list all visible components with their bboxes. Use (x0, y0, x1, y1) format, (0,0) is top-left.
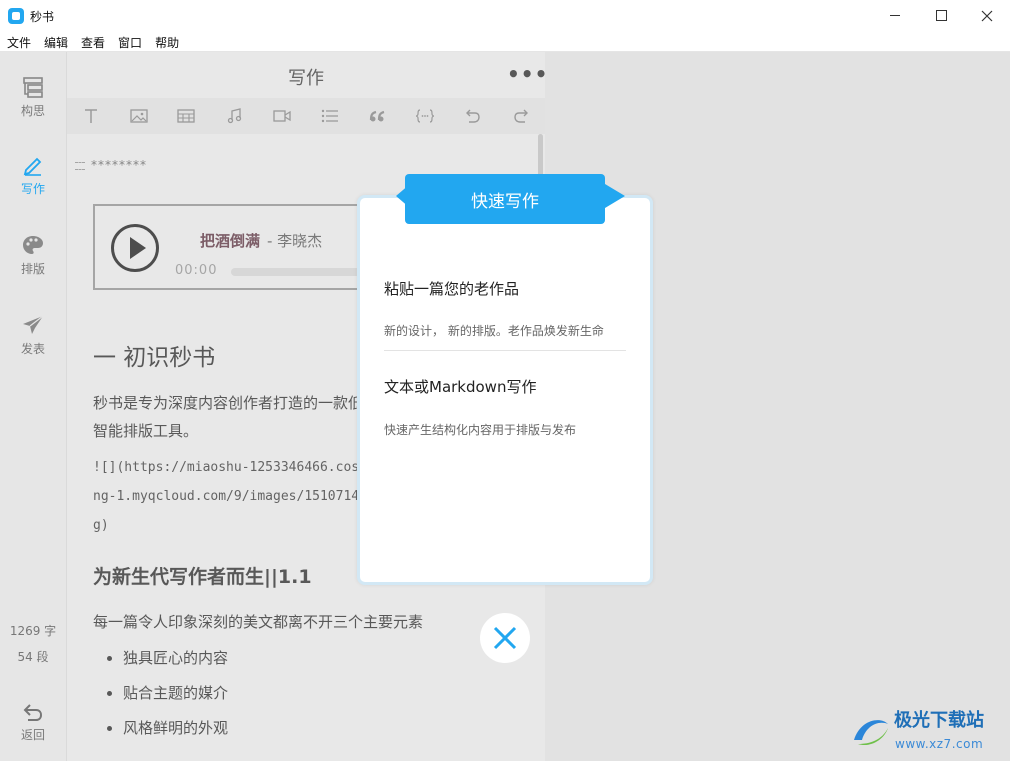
back-arrow-icon (23, 704, 43, 721)
title-bar: 秒书 (0, 0, 1010, 31)
ribbon-tail-right (605, 184, 625, 208)
close-window-button[interactable] (964, 0, 1010, 31)
paper-plane-icon (23, 315, 44, 334)
app-logo-icon (8, 8, 24, 24)
option-markdown-write[interactable]: 文本或Markdown写作 (384, 376, 536, 397)
window-title: 秒书 (30, 10, 55, 24)
outline-icon (23, 77, 43, 98)
back-button[interactable]: 返回 (0, 702, 66, 743)
close-icon (981, 10, 993, 21)
nav-label-layout: 排版 (20, 262, 45, 276)
palette-icon (23, 236, 43, 254)
nav-item-write[interactable]: 写作 (0, 154, 66, 197)
back-label: 返回 (20, 728, 45, 742)
watermark-logo-icon (854, 720, 888, 746)
minimize-button[interactable] (872, 0, 918, 31)
menu-edit[interactable]: 编辑 (37, 31, 74, 51)
option-markdown-write-desc: 快速产生结构化内容用于排版与发布 (384, 423, 577, 437)
nav-label-publish: 发表 (20, 342, 45, 356)
menu-help[interactable]: 帮助 (148, 31, 185, 51)
menu-view[interactable]: 查看 (74, 31, 111, 51)
left-nav: 构思 写作 排版 发表 1269 字 54 段 返回 (0, 52, 67, 761)
maximize-button[interactable] (918, 0, 964, 31)
watermark-text: 极光下载站 (894, 710, 984, 731)
minimize-icon (890, 15, 900, 16)
nav-item-outline[interactable]: 构思 (0, 76, 66, 119)
close-icon (493, 626, 517, 650)
option-paste-old-work-desc: 新的设计， 新的排版。老作品焕发新生命 (384, 324, 604, 338)
maximize-icon (935, 10, 947, 21)
option-divider (384, 350, 626, 351)
watermark-url: www.xz7.com (895, 737, 984, 751)
pencil-icon (23, 157, 42, 176)
nav-label-write: 写作 (20, 182, 45, 196)
menu-file[interactable]: 文件 (0, 31, 37, 51)
paragraph-count: 54 段 (17, 650, 49, 664)
nav-label-outline: 构思 (20, 104, 45, 118)
nav-item-layout[interactable]: 排版 (0, 234, 66, 277)
nav-item-publish[interactable]: 发表 (0, 314, 66, 357)
menu-window[interactable]: 窗口 (111, 31, 148, 51)
dialog-title: 快速写作 (405, 174, 605, 224)
close-dialog-button[interactable] (480, 613, 530, 663)
word-count: 1269 字 (9, 624, 57, 638)
option-paste-old-work[interactable]: 粘贴一篇您的老作品 (384, 278, 519, 299)
menu-bar: 文件 编辑 查看 窗口 帮助 (0, 31, 1010, 52)
